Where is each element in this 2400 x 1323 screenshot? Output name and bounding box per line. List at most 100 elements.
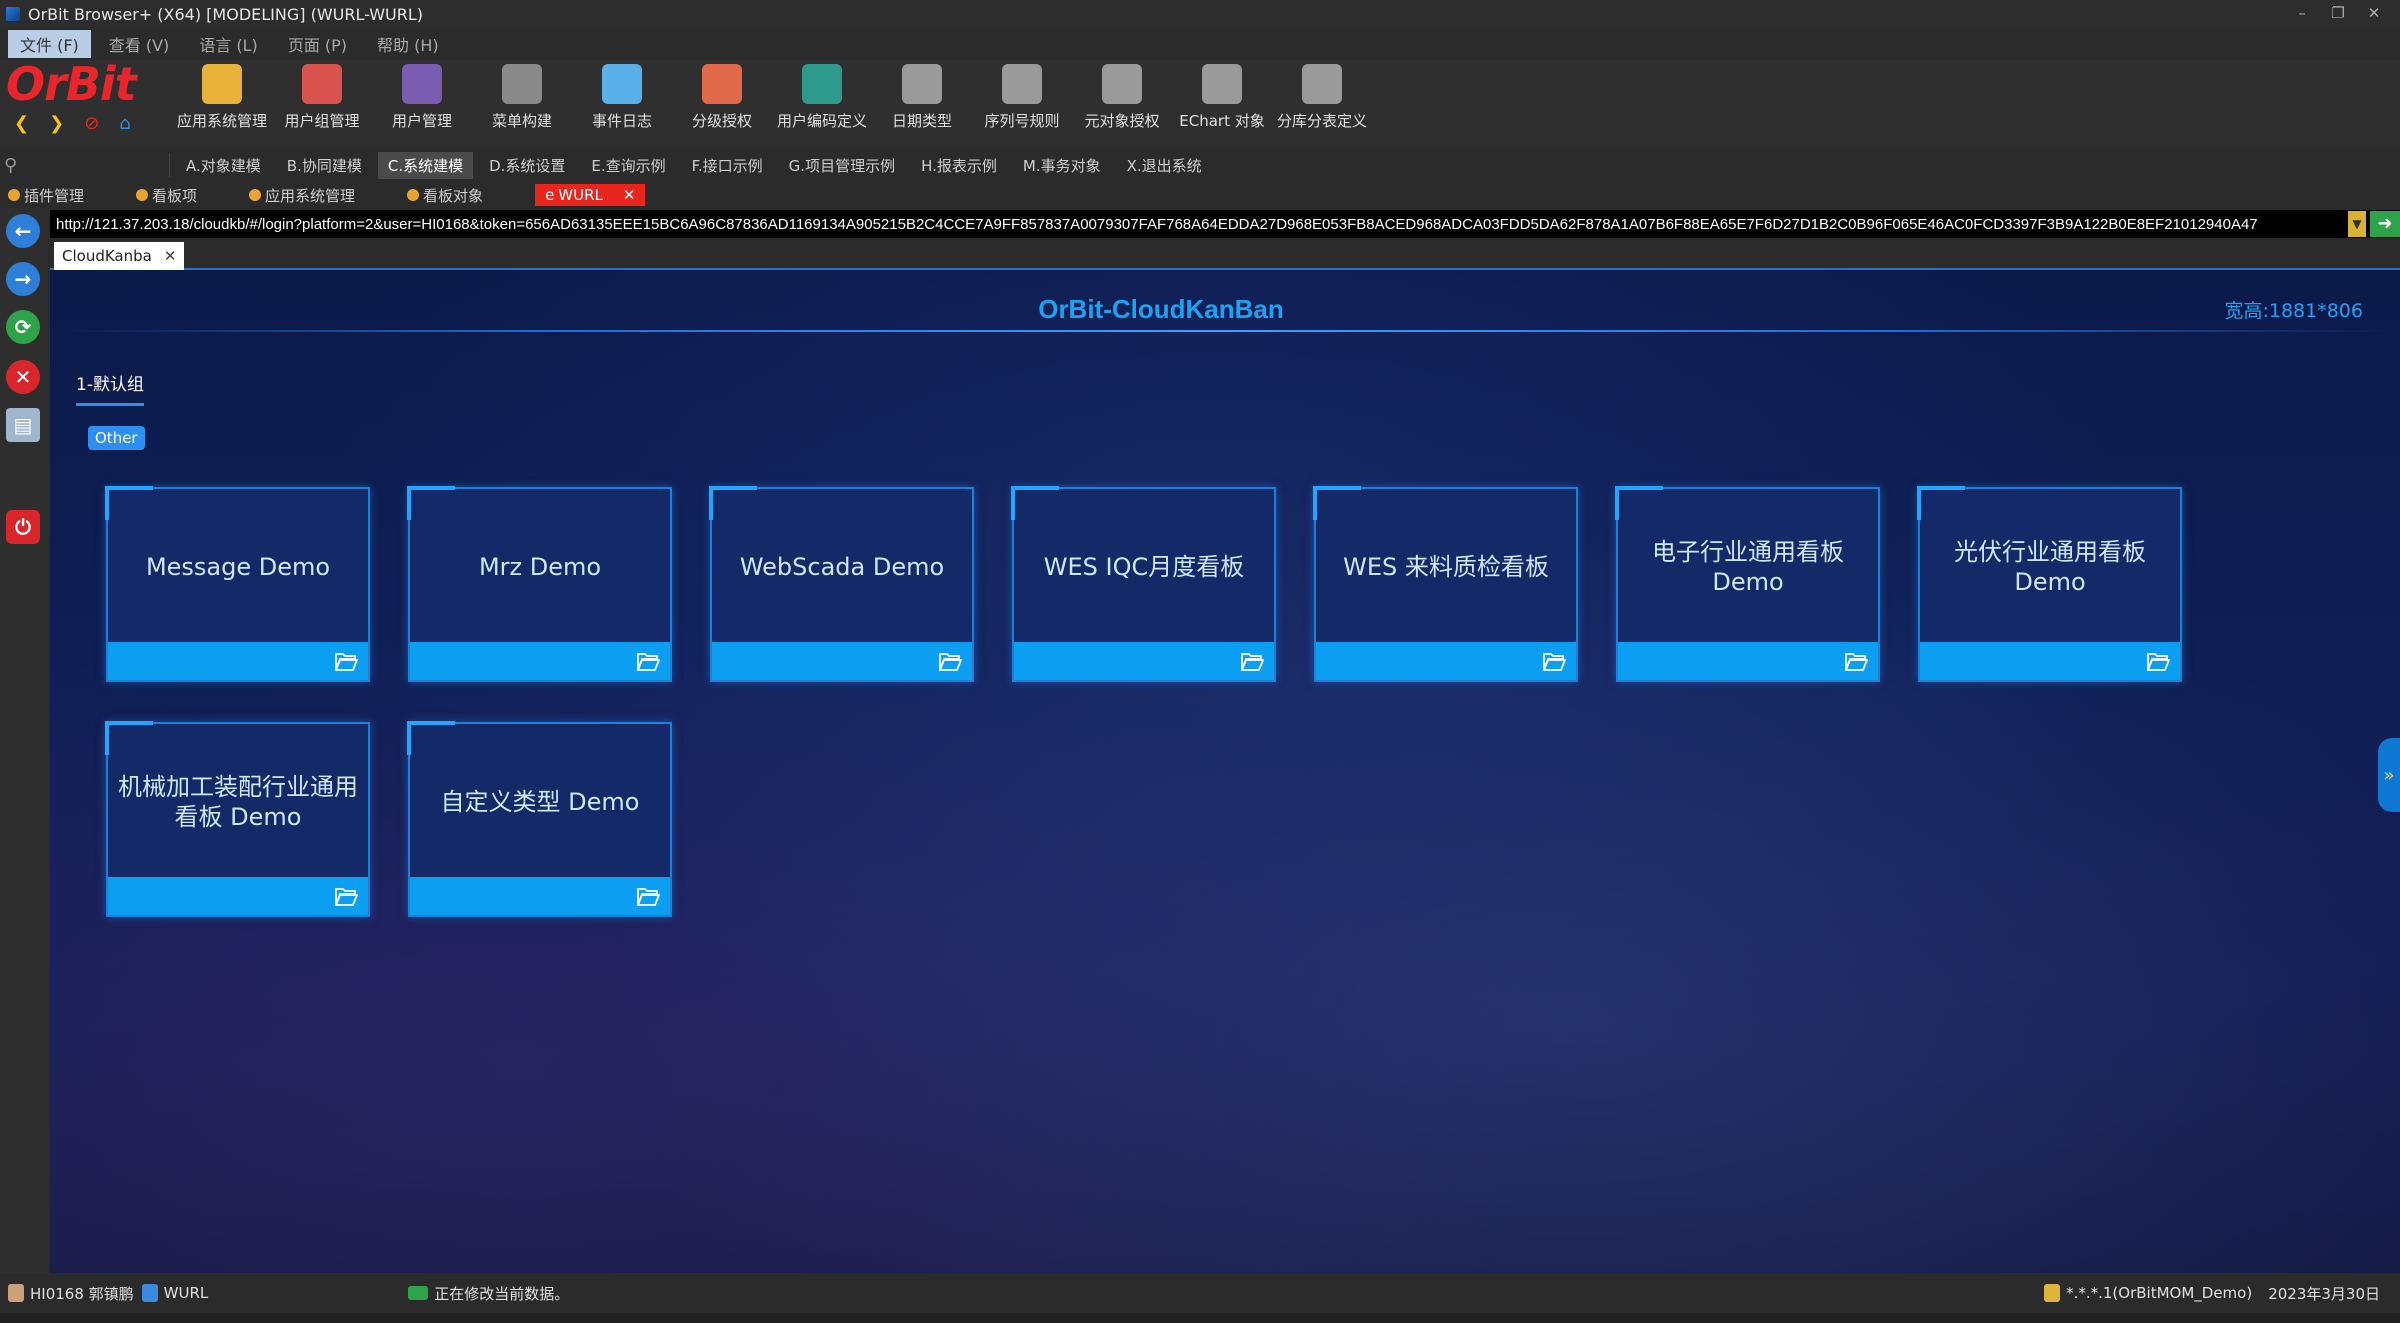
database-icon: [2044, 1284, 2061, 1302]
module-a[interactable]: A.对象建模: [176, 152, 271, 179]
orbit-logo: OrBit: [6, 57, 137, 111]
folder-open-icon[interactable]: [1240, 652, 1264, 672]
folder-open-icon[interactable]: [938, 652, 962, 672]
ie-icon: [141, 1284, 158, 1302]
module-e[interactable]: E.查询示例: [581, 152, 675, 179]
stop-icon[interactable]: ⊘: [84, 114, 99, 134]
toolbar-button[interactable]: 用户组管理: [272, 60, 372, 146]
module-h[interactable]: H.报表示例: [911, 152, 1007, 179]
tab-label: CloudKanba: [62, 247, 152, 265]
back-arrow-icon[interactable]: ❮: [14, 114, 29, 134]
folder-open-icon[interactable]: [1542, 652, 1566, 672]
fav-app-system[interactable]: 应用系统管理: [241, 183, 363, 208]
kanban-card[interactable]: 自定义类型 Demo: [407, 721, 672, 917]
forward-circle-icon[interactable]: →: [6, 262, 40, 296]
toolbar-button[interactable]: 分级授权: [672, 60, 772, 146]
card-title: WebScada Demo: [739, 552, 945, 581]
card-title: WES 来料质检看板: [1343, 552, 1549, 581]
menu-language[interactable]: 语言 (L): [187, 30, 270, 58]
status-message: 正在修改当前数据。: [408, 1283, 569, 1304]
kanban-card[interactable]: 光伏行业通用看板 Demo: [1917, 486, 2182, 682]
card-title: 光伏行业通用看板 Demo: [1954, 537, 2146, 596]
close-window-icon[interactable]: ✕: [2356, 0, 2392, 28]
toolbar-button[interactable]: 分库分表定义: [1272, 60, 1372, 146]
folder-open-icon[interactable]: [636, 652, 660, 672]
fav-plugin-manage[interactable]: 插件管理: [0, 183, 92, 208]
kanban-card[interactable]: 电子行业通用看板 Demo: [1615, 486, 1880, 682]
toolbar-button[interactable]: 元对象授权: [1072, 60, 1172, 146]
toolbar-button[interactable]: 用户编码定义: [772, 60, 872, 146]
module-m[interactable]: M.事务对象: [1013, 152, 1111, 179]
restore-icon[interactable]: ❐: [2320, 0, 2356, 28]
module-b[interactable]: B.协同建模: [277, 152, 372, 179]
menu-view[interactable]: 查看 (V): [97, 30, 182, 58]
stop-circle-icon[interactable]: ✕: [6, 360, 40, 394]
ie-icon: e: [545, 186, 555, 204]
card-footer: [108, 642, 368, 680]
side-expand-handle[interactable]: »: [2378, 738, 2400, 812]
status-date: 2023年3月30日: [2268, 1284, 2380, 1303]
open-page-wurl[interactable]: e WURL ✕: [535, 184, 646, 206]
calendar-doc-icon: [902, 64, 942, 104]
toolbar-button-label: 分级授权: [691, 112, 752, 130]
go-icon[interactable]: ➜: [2370, 211, 2400, 237]
menu-page[interactable]: 页面 (P): [276, 30, 359, 58]
folder-open-icon[interactable]: [1844, 652, 1868, 672]
folder-open-icon[interactable]: [2146, 652, 2170, 672]
document-icon[interactable]: ▤: [6, 408, 40, 442]
forward-arrow-icon[interactable]: ❯: [49, 114, 64, 134]
kanban-card[interactable]: Mrz Demo: [407, 486, 672, 682]
search-icon: ⚲: [4, 154, 18, 176]
toolbar-button[interactable]: 用户管理: [372, 60, 472, 146]
toolbar-button[interactable]: 菜单构建: [472, 60, 572, 146]
toolbar-button-label: 日期类型: [891, 112, 952, 130]
user-icon: [8, 1284, 24, 1302]
card-footer: [1618, 642, 1878, 680]
favorites-bar: 插件管理 看板项 应用系统管理 看板对象 e WURL ✕: [0, 182, 2400, 208]
close-tab-icon[interactable]: ✕: [164, 247, 177, 265]
gears-icon: [249, 189, 262, 201]
toolbar-button[interactable]: EChart 对象: [1172, 60, 1272, 146]
module-search[interactable]: ⚲: [0, 153, 170, 177]
folder-open-icon[interactable]: [334, 652, 358, 672]
module-f[interactable]: F.接口示例: [682, 152, 773, 179]
menu-file[interactable]: 文件 (F): [8, 30, 91, 58]
kanban-card[interactable]: Message Demo: [105, 486, 370, 682]
chart-doc-icon: [1202, 64, 1242, 104]
card-footer: [410, 877, 670, 915]
toolbar-button[interactable]: 序列号规则: [972, 60, 1072, 146]
fav-board-object[interactable]: 看板对象: [399, 183, 491, 208]
power-icon[interactable]: ⏻: [6, 510, 40, 544]
window-title: OrBit Browser+ (X64) [MODELING] (WURL-WU…: [28, 4, 424, 24]
close-wurl-icon[interactable]: ✕: [623, 186, 636, 204]
status-right: *.*.*.1(OrBitMOM_Demo) 2023年3月30日: [2036, 1273, 2380, 1313]
url-dropdown-icon[interactable]: ▼: [2348, 211, 2366, 237]
kanban-card[interactable]: WES IQC月度看板: [1011, 486, 1276, 682]
module-x[interactable]: X.退出系统: [1117, 152, 1212, 179]
home-icon[interactable]: ⌂: [119, 114, 130, 134]
menu-bar: 文件 (F) 查看 (V) 语言 (L) 页面 (P) 帮助 (H): [0, 30, 2400, 58]
module-g[interactable]: G.项目管理示例: [779, 152, 905, 179]
category-badge[interactable]: Other: [88, 426, 145, 450]
module-d[interactable]: D.系统设置: [479, 152, 575, 179]
back-circle-icon[interactable]: ←: [6, 214, 40, 248]
group-tab-default[interactable]: 1-默认组: [76, 370, 144, 406]
folder-open-icon[interactable]: [636, 887, 660, 907]
refresh-icon[interactable]: ⟳: [6, 310, 40, 344]
kanban-card[interactable]: 机械加工装配行业通用看板 Demo: [105, 721, 370, 917]
tab-cloudkanban[interactable]: CloudKanba ✕: [54, 242, 185, 270]
title-bar: OrBit Browser+ (X64) [MODELING] (WURL-WU…: [0, 0, 2400, 28]
kanban-page: OrBit-CloudKanBan 宽高:1881*806 1-默认组 Othe…: [50, 270, 2400, 1273]
folder-open-icon[interactable]: [334, 887, 358, 907]
toolbar-button[interactable]: 日期类型: [872, 60, 972, 146]
module-c[interactable]: C.系统建模: [377, 151, 474, 179]
kanban-card[interactable]: WebScada Demo: [709, 486, 974, 682]
kanban-card[interactable]: WES 来料质检看板: [1313, 486, 1578, 682]
object-doc-icon: [1102, 64, 1142, 104]
toolbar-button[interactable]: 事件日志: [572, 60, 672, 146]
menu-help[interactable]: 帮助 (H): [365, 30, 451, 58]
toolbar-button[interactable]: 应用系统管理: [172, 60, 272, 146]
url-input[interactable]: http://121.37.203.18/cloudkb/#/login?pla…: [50, 216, 2348, 233]
fav-board-item[interactable]: 看板项: [128, 183, 205, 208]
minimize-icon[interactable]: –: [2284, 0, 2320, 28]
